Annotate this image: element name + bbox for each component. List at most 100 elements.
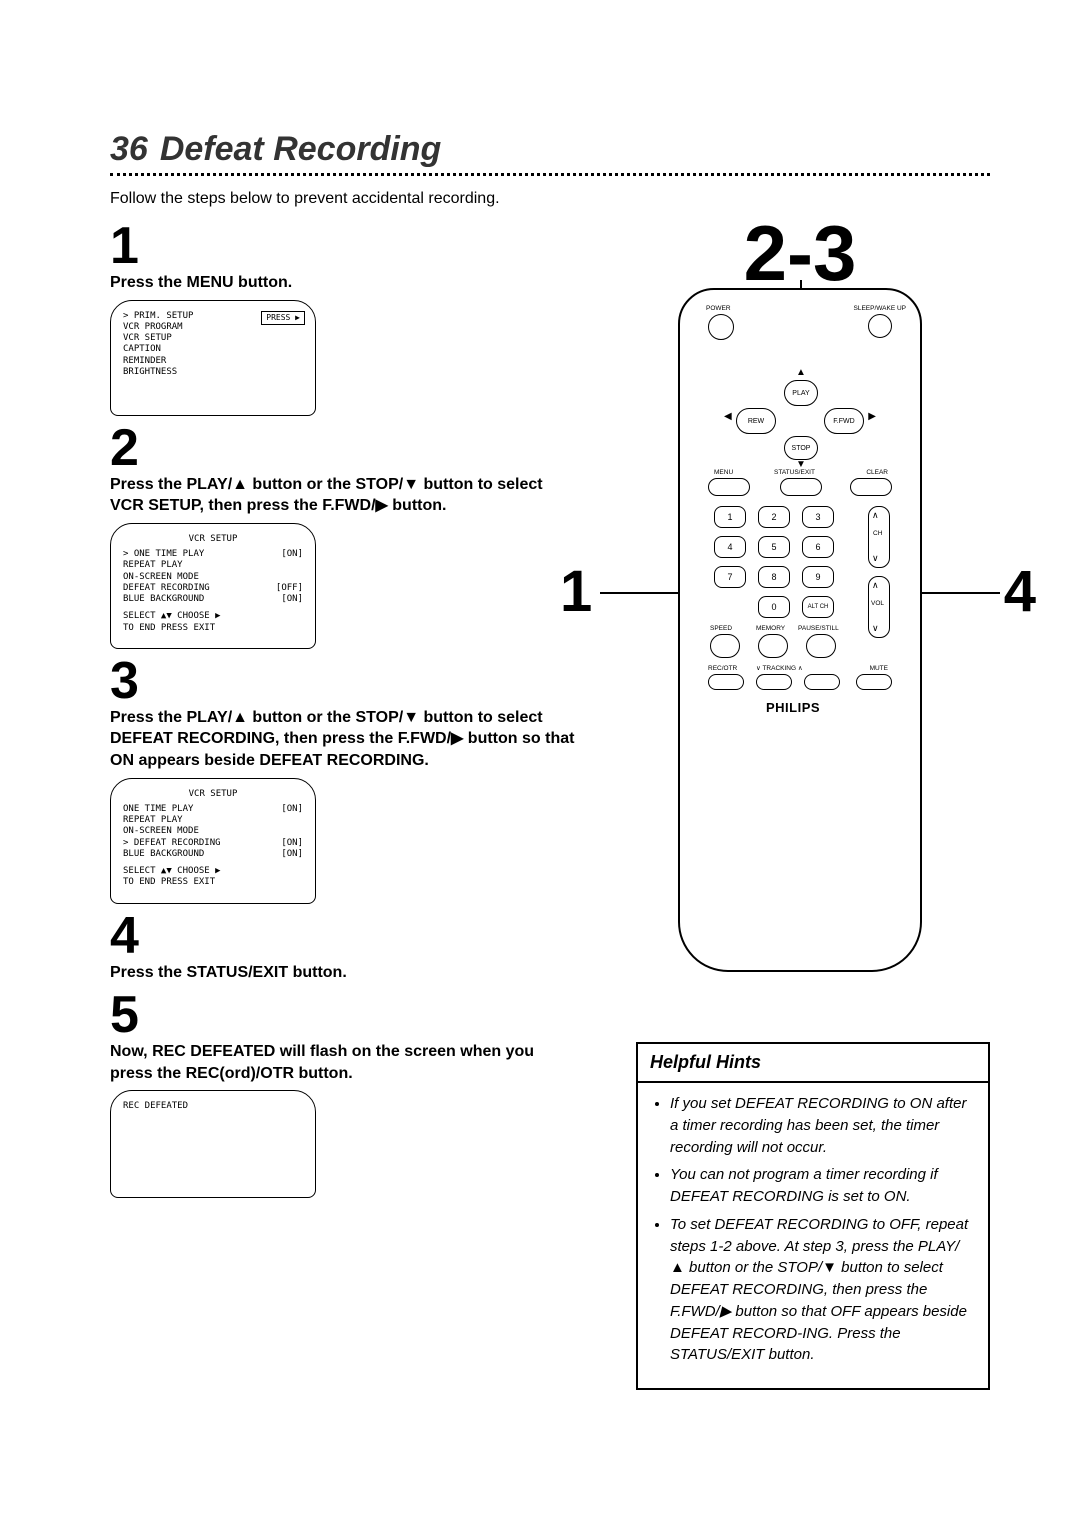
label-vol: VOL xyxy=(871,601,884,608)
key-3[interactable]: 3 xyxy=(802,506,834,528)
screen-1: PRESS ▶ > PRIM. SETUP VCR PROGRAM VCR SE… xyxy=(110,300,316,416)
step-1-number: 1 xyxy=(110,220,580,272)
label-status: STATUS/EXIT xyxy=(774,470,815,477)
mute-button[interactable] xyxy=(856,674,892,690)
sleep-button[interactable] xyxy=(868,314,892,338)
step-2-number: 2 xyxy=(110,422,580,474)
label-sleep: SLEEP/WAKE UP xyxy=(854,306,907,313)
stop-button[interactable]: STOP xyxy=(784,436,818,460)
key-4[interactable]: 4 xyxy=(714,536,746,558)
hints-body: If you set DEFEAT RECORDING to ON after … xyxy=(638,1083,988,1388)
screen-2-foot: SELECT ▲▼ CHOOSE ▶ xyxy=(123,611,303,622)
left-arrow-icon: ◀ xyxy=(724,412,732,422)
label-menu: MENU xyxy=(714,470,733,477)
hints-title: Helpful Hints xyxy=(638,1044,988,1083)
screen-2-row: > ONE TIME PLAY[ON] xyxy=(123,549,303,560)
screen-1-line: CAPTION xyxy=(123,344,303,355)
step-1-text: Press the MENU button. xyxy=(110,272,580,294)
screen-2-title: VCR SETUP xyxy=(123,534,303,545)
screen-3-title: VCR SETUP xyxy=(123,789,303,800)
screen-3-foot2: TO END PRESS EXIT xyxy=(123,877,303,888)
right-column: 2-3 1 4 POWER SLEEP/WAKE UP PLAY ▲ REW ◀ xyxy=(610,214,990,1390)
callout-1: 1 xyxy=(560,558,592,625)
key-8[interactable]: 8 xyxy=(758,566,790,588)
volume-rocker[interactable]: ∧ VOL ∨ xyxy=(868,576,890,638)
callout-4: 4 xyxy=(1004,558,1036,625)
channel-rocker[interactable]: ∧ CH ∨ xyxy=(868,506,890,568)
remote-callout: 2-3 1 4 POWER SLEEP/WAKE UP PLAY ▲ REW ◀ xyxy=(610,214,990,972)
tracking-up-button[interactable] xyxy=(804,674,840,690)
steps-column: 1 Press the MENU button. PRESS ▶ > PRIM.… xyxy=(110,214,580,1390)
key-0[interactable]: 0 xyxy=(758,596,790,618)
manual-page: 36 Defeat Recording Follow the steps bel… xyxy=(0,0,1080,1450)
page-number: 36 xyxy=(110,130,148,169)
rew-button[interactable]: REW xyxy=(736,408,776,434)
play-button[interactable]: PLAY xyxy=(784,380,818,406)
screen-2: VCR SETUP > ONE TIME PLAY[ON] REPEAT PLA… xyxy=(110,523,316,649)
screen-1-line: REMINDER xyxy=(123,356,303,367)
screen-2-foot2: TO END PRESS EXIT xyxy=(123,623,303,634)
screen-3-foot: SELECT ▲▼ CHOOSE ▶ xyxy=(123,866,303,877)
page-title: Defeat Recording xyxy=(160,130,442,169)
label-pause: PAUSE/STILL xyxy=(798,626,839,633)
screen-2-row: DEFEAT RECORDING[OFF] xyxy=(123,583,303,594)
intro-text: Follow the steps below to prevent accide… xyxy=(110,190,990,208)
callout-line-right xyxy=(918,592,1000,594)
remote-control: POWER SLEEP/WAKE UP PLAY ▲ REW ◀ F.FWD ▶… xyxy=(678,288,922,972)
screen-3-row: ON-SCREEN MODE xyxy=(123,826,303,837)
step-4-text: Press the STATUS/EXIT button. xyxy=(110,962,580,984)
screen-2-row: ON-SCREEN MODE xyxy=(123,572,303,583)
brand-logo: PHILIPS xyxy=(766,700,820,715)
step-4-number: 4 xyxy=(110,910,580,962)
clear-button[interactable] xyxy=(850,478,892,496)
screen-2-row: BLUE BACKGROUND[ON] xyxy=(123,594,303,605)
hint-item: To set DEFEAT RECORDING to OFF, repeat s… xyxy=(670,1214,972,1366)
key-5[interactable]: 5 xyxy=(758,536,790,558)
key-6[interactable]: 6 xyxy=(802,536,834,558)
screen-1-line: VCR SETUP xyxy=(123,333,303,344)
ffwd-button[interactable]: F.FWD xyxy=(824,408,864,434)
ch-down-icon: ∨ xyxy=(872,554,879,563)
screen-5-line: REC DEFEATED xyxy=(123,1101,303,1112)
memory-button[interactable] xyxy=(758,634,788,658)
vol-down-icon: ∨ xyxy=(872,624,879,633)
altch-button[interactable]: ALT CH xyxy=(802,596,834,618)
key-7[interactable]: 7 xyxy=(714,566,746,588)
status-exit-button[interactable] xyxy=(780,478,822,496)
screen-3-row: > DEFEAT RECORDING[ON] xyxy=(123,838,303,849)
speed-button[interactable] xyxy=(710,634,740,658)
key-9[interactable]: 9 xyxy=(802,566,834,588)
label-power: POWER xyxy=(706,306,731,313)
key-2[interactable]: 2 xyxy=(758,506,790,528)
screen-3: VCR SETUP ONE TIME PLAY[ON] REPEAT PLAY … xyxy=(110,778,316,904)
screen-3-row: ONE TIME PLAY[ON] xyxy=(123,804,303,815)
ch-up-icon: ∧ xyxy=(872,511,879,520)
hint-item: You can not program a timer recording if… xyxy=(670,1164,972,1208)
label-speed: SPEED xyxy=(710,626,732,633)
label-ch: CH xyxy=(873,531,882,538)
screen-3-row: BLUE BACKGROUND[ON] xyxy=(123,849,303,860)
label-tracking: ∨ TRACKING ∧ xyxy=(756,666,803,673)
hint-item: If you set DEFEAT RECORDING to ON after … xyxy=(670,1093,972,1158)
label-clear: CLEAR xyxy=(866,470,888,477)
helpful-hints-box: Helpful Hints If you set DEFEAT RECORDIN… xyxy=(636,1042,990,1390)
power-button[interactable] xyxy=(708,314,734,340)
step-3-number: 3 xyxy=(110,655,580,707)
header-divider xyxy=(110,173,990,176)
step-2-text: Press the PLAY/▲ button or the STOP/▼ bu… xyxy=(110,474,580,517)
rec-otr-button[interactable] xyxy=(708,674,744,690)
label-mute: MUTE xyxy=(870,666,888,673)
screen-2-row: REPEAT PLAY xyxy=(123,560,303,571)
step-5-text: Now, REC DEFEATED will flash on the scre… xyxy=(110,1041,580,1084)
pause-button[interactable] xyxy=(806,634,836,658)
tracking-down-button[interactable] xyxy=(756,674,792,690)
label-recotr: REC/OTR xyxy=(708,666,737,673)
screen-3-row: REPEAT PLAY xyxy=(123,815,303,826)
step-5-number: 5 xyxy=(110,989,580,1041)
key-1[interactable]: 1 xyxy=(714,506,746,528)
vol-up-icon: ∧ xyxy=(872,581,879,590)
step-3-text: Press the PLAY/▲ button or the STOP/▼ bu… xyxy=(110,707,580,772)
press-label: PRESS ▶ xyxy=(261,311,305,325)
label-memory: MEMORY xyxy=(756,626,785,633)
menu-button[interactable] xyxy=(708,478,750,496)
